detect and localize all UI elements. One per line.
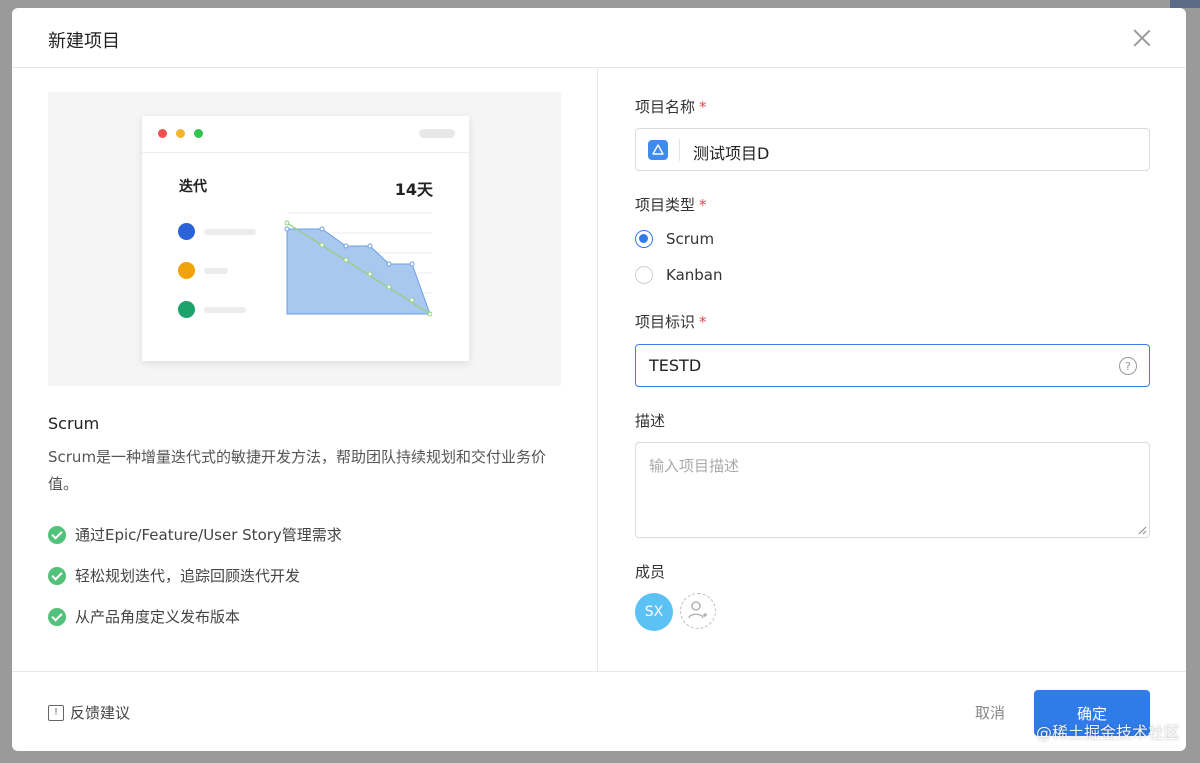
- legend-bar: [204, 268, 228, 274]
- feature-text: 通过Epic/Feature/User Story管理需求: [75, 526, 342, 544]
- legend-bar: [204, 229, 256, 235]
- project-id-label-text: 项目标识: [635, 313, 696, 331]
- burndown-chart-graphic: [284, 212, 432, 317]
- project-form: 项目名称 * 测试项目D 项目类型 * Scrum Kanban 项目标识 * TES…: [599, 68, 1186, 671]
- project-type-preview: 迭代 14天 Scrum Scrum是一种增量迭代式的敏捷开发方法，帮助团队持续…: [12, 68, 598, 671]
- radio-selected-icon[interactable]: [635, 230, 653, 248]
- radio-kanban[interactable]: Kanban: [635, 266, 723, 284]
- new-project-dialog: 新建项目 迭代 14天 Scrum Scrum是一种增量迭代式的敏捷开发方法，帮…: [12, 8, 1186, 751]
- feedback-icon: !: [48, 704, 64, 721]
- radio-scrum[interactable]: Scrum: [635, 230, 714, 248]
- legend-dot-blue: [178, 223, 195, 240]
- feature-text: 从产品角度定义发布版本: [75, 608, 241, 626]
- resize-handle-icon[interactable]: [1137, 525, 1147, 535]
- dialog-footer: ! 反馈建议 取消 确定: [12, 671, 1186, 751]
- type-description: Scrum是一种增量迭代式的敏捷开发方法，帮助团队持续规划和交付业务价值。: [48, 448, 547, 493]
- project-name-label-text: 项目名称: [635, 98, 696, 116]
- feature-item: 轻松规划迭代，追踪回顾迭代开发: [48, 565, 300, 586]
- cancel-button[interactable]: 取消: [975, 702, 1005, 723]
- project-name-label: 项目名称 *: [635, 96, 707, 117]
- check-circle-icon: [48, 566, 66, 585]
- feedback-label: 反馈建议: [70, 704, 131, 722]
- project-type-label: 项目类型 *: [635, 194, 707, 215]
- help-icon[interactable]: ?: [1119, 357, 1137, 375]
- radio-kanban-label: Kanban: [666, 266, 723, 284]
- window-dot-red: [158, 129, 167, 138]
- members-label: 成员: [635, 563, 666, 581]
- feature-text: 轻松规划迭代，追踪回顾迭代开发: [75, 567, 301, 585]
- required-mark: *: [699, 98, 707, 116]
- check-circle-icon: [48, 607, 66, 626]
- radio-unselected-icon[interactable]: [635, 266, 653, 284]
- illustration-card: 迭代 14天: [142, 116, 469, 361]
- window-dot-green: [194, 129, 203, 138]
- project-name-input[interactable]: 测试项目D: [635, 128, 1150, 171]
- card-pill: [419, 129, 455, 138]
- background-corner: [1170, 0, 1200, 8]
- add-user-icon: [688, 601, 707, 619]
- required-mark: *: [699, 313, 707, 331]
- project-id-input[interactable]: TESTD ?: [635, 344, 1150, 387]
- input-divider: [679, 139, 680, 161]
- type-heading: Scrum: [48, 414, 100, 433]
- required-mark: *: [699, 196, 707, 214]
- project-icon[interactable]: [648, 140, 668, 160]
- legend-bar: [204, 307, 246, 313]
- feature-item: 从产品角度定义发布版本: [48, 606, 240, 627]
- watermark: @稀土掘金技术社区: [1035, 723, 1180, 742]
- legend-dot-orange: [178, 262, 195, 279]
- scrum-illustration: 迭代 14天: [48, 92, 561, 386]
- project-name-value: 测试项目D: [693, 144, 770, 163]
- description-placeholder: 输入项目描述: [649, 457, 740, 475]
- dialog-title: 新建项目: [48, 31, 120, 52]
- card-days-label: 14天: [394, 180, 433, 199]
- close-icon[interactable]: [1132, 28, 1152, 48]
- legend-dot-green: [178, 301, 195, 318]
- check-circle-icon: [48, 525, 66, 544]
- project-id-value: TESTD: [649, 356, 702, 375]
- project-type-label-text: 项目类型: [635, 196, 696, 214]
- radio-scrum-label: Scrum: [666, 230, 715, 248]
- add-member-button[interactable]: [680, 593, 716, 629]
- window-dot-yellow: [176, 129, 185, 138]
- description-label: 描述: [635, 412, 666, 430]
- card-titlebar: [142, 116, 469, 153]
- feature-item: 通过Epic/Feature/User Story管理需求: [48, 524, 342, 545]
- feedback-link[interactable]: ! 反馈建议: [48, 702, 130, 723]
- project-id-label: 项目标识 *: [635, 311, 707, 332]
- dialog-header: 新建项目: [12, 8, 1186, 68]
- member-avatar[interactable]: SX: [635, 593, 673, 631]
- card-iteration-label: 迭代: [179, 179, 207, 195]
- description-textarea[interactable]: 输入项目描述: [635, 442, 1150, 538]
